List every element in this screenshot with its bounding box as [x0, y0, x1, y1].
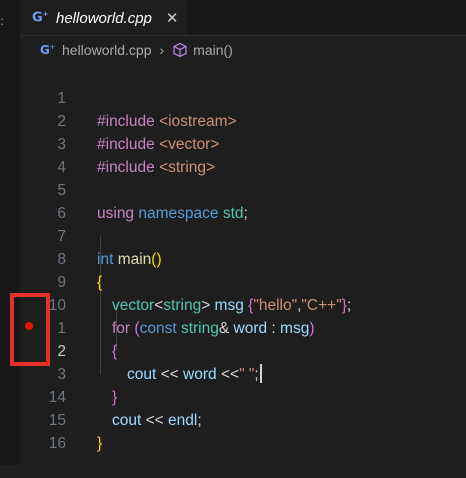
code-line: 9 vector<string> msg {"hello","C++"}; [20, 248, 466, 314]
code-line: 7 int main() [20, 202, 466, 268]
tab-helloworld-cpp[interactable]: G+ helloworld.cpp ✕ [20, 0, 187, 35]
editor-tab-bar: G+ helloworld.cpp ✕ [20, 0, 466, 36]
code-line: 10 for (const string& word : msg) [20, 271, 466, 337]
line-number: 16 [48, 435, 66, 452]
tab-label: helloworld.cpp [56, 9, 152, 27]
breadcrumb: G+ helloworld.cpp › main() [20, 36, 466, 64]
code-line: 5 using namespace std; [20, 156, 466, 222]
breadcrumb-symbol[interactable]: main() [193, 42, 233, 58]
cube-icon [173, 42, 187, 58]
breadcrumb-separator: › [159, 42, 165, 58]
code-line: 3 #include <string> [20, 110, 466, 176]
breadcrumb-file[interactable]: helloworld.cpp [62, 42, 152, 58]
cpp-icon: G+ [40, 43, 55, 57]
code-line: 16 [20, 409, 466, 452]
gutter-marker: : [0, 14, 5, 28]
cpp-icon: G+ [32, 10, 49, 26]
code-line: 1 #include <iostream> [20, 64, 466, 130]
code-line: 2 #include <vector> [20, 87, 466, 153]
code-text: } [97, 435, 103, 452]
code-line: 1 { [20, 294, 466, 360]
code-line: 14 cout << endl; [20, 363, 466, 429]
code-line: 4 [20, 133, 466, 176]
code-line: 8 { [20, 225, 466, 291]
code-line: 6 [20, 179, 466, 222]
left-activity-strip: : [0, 0, 20, 465]
code-line: 15 } [20, 386, 466, 452]
code-line-current: 2 cout << word <<" "; [20, 317, 466, 383]
code-line: 3 } [20, 340, 466, 406]
close-icon[interactable]: ✕ [166, 9, 179, 27]
code-editor[interactable]: 1 #include <iostream> 2 #include <vector… [10, 64, 466, 465]
